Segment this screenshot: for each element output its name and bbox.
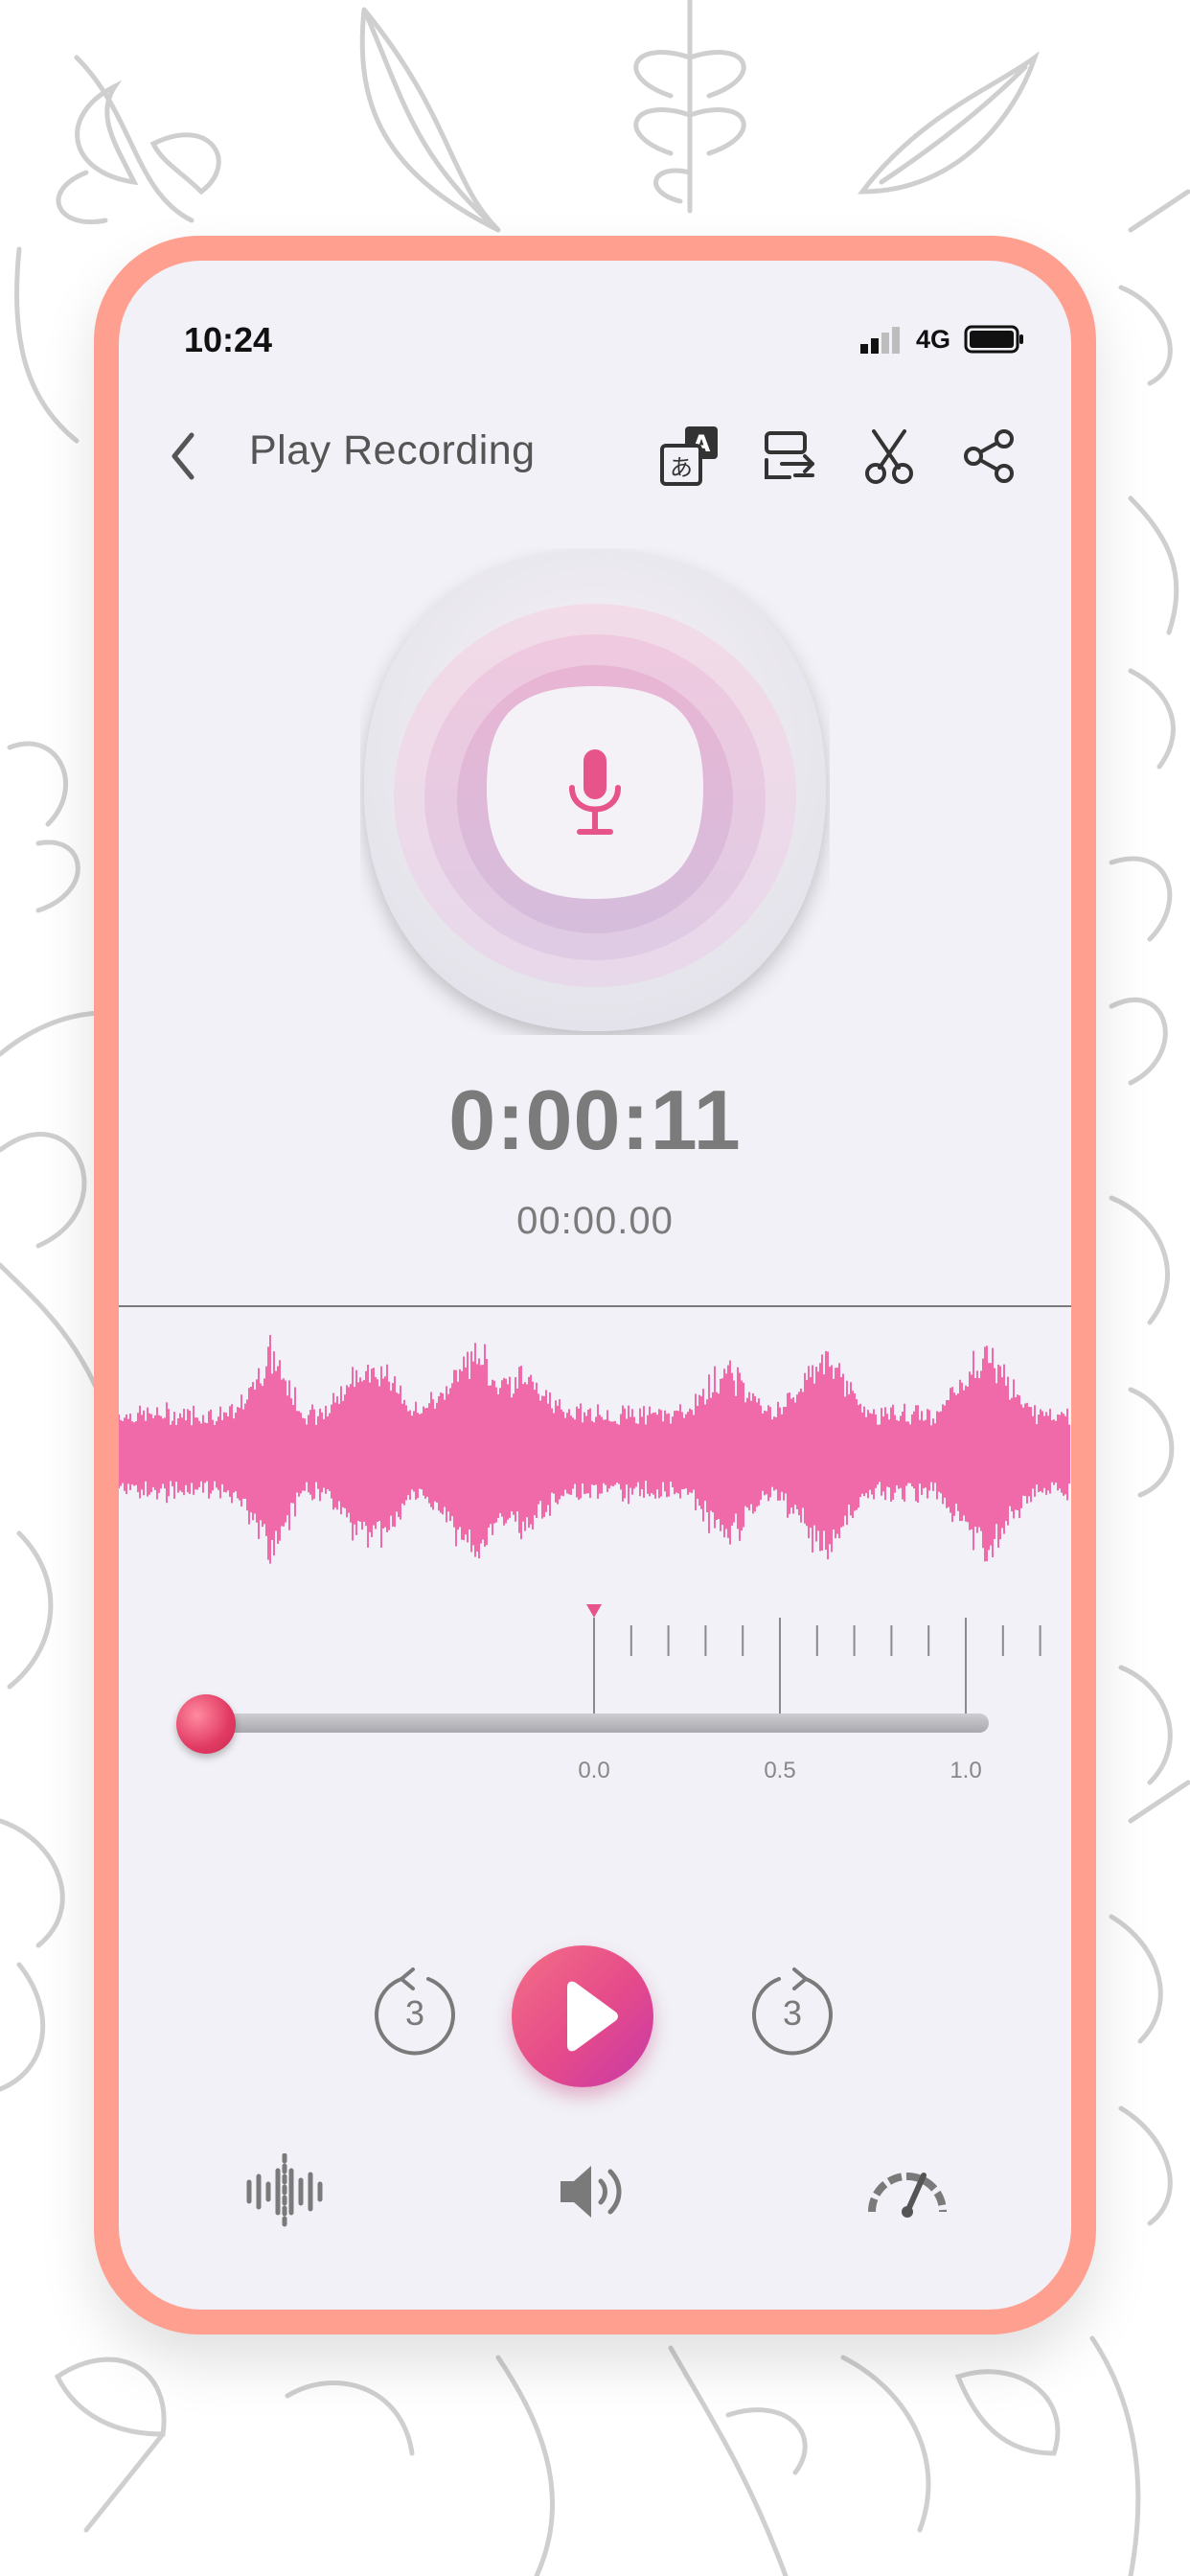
speed-button[interactable] — [855, 2149, 960, 2235]
audio-waveform[interactable] — [119, 1309, 1071, 1597]
ruler-label: 1.0 — [950, 1758, 982, 1783]
ruler-label: 0.0 — [578, 1758, 610, 1783]
translate-button[interactable]: A あ — [652, 418, 728, 494]
page-title: Play Recording — [249, 427, 536, 473]
share-icon — [964, 429, 1014, 483]
svg-text:あ: あ — [670, 454, 693, 481]
status-indicators: 4G — [858, 320, 1025, 358]
play-icon — [567, 1981, 618, 2052]
ruler-label: 0.5 — [764, 1758, 796, 1783]
translate-icon: A あ — [660, 426, 718, 486]
rewind-button[interactable]: 3 — [362, 1961, 468, 2066]
forward-button[interactable]: 3 — [740, 1961, 845, 2066]
battery-icon — [964, 325, 1023, 354]
phone-frame: 10:24 4G Play Recording A あ 0:00:11 00:0… — [94, 236, 1096, 2334]
elapsed-time: 0:00:11 — [448, 1072, 742, 1167]
scissors-icon — [865, 429, 913, 484]
share-button[interactable] — [950, 418, 1027, 494]
waveform-button[interactable] — [232, 2149, 337, 2235]
volume-button[interactable] — [542, 2149, 648, 2235]
back-button[interactable] — [146, 418, 222, 494]
seek-handle[interactable] — [176, 1694, 236, 1754]
recording-disc — [364, 552, 826, 1031]
status-time: 10:24 — [184, 320, 273, 359]
playhead-marker — [586, 1604, 602, 1618]
waveform-icon — [246, 2153, 323, 2230]
convert-button[interactable] — [751, 418, 828, 494]
app-header: Play Recording A あ — [119, 404, 1071, 510]
signal-icon — [859, 327, 900, 354]
phone-screen: 10:24 4G Play Recording A あ 0:00:11 00:0… — [119, 261, 1071, 2310]
volume-icon — [561, 2166, 622, 2218]
convert-icon — [765, 431, 814, 479]
seek-bar[interactable] — [205, 1714, 989, 1733]
network-label: 4G — [915, 324, 950, 354]
status-bar: 10:24 4G — [119, 261, 1071, 376]
speed-gauge-icon — [868, 2173, 947, 2218]
forward-seconds: 3 — [782, 1993, 803, 2033]
playback-position: 00:00.00 — [516, 1200, 674, 1242]
trim-button[interactable] — [851, 418, 927, 494]
waveform-divider — [119, 1305, 1071, 1307]
play-button[interactable] — [512, 1945, 653, 2087]
rewind-seconds: 3 — [404, 1993, 425, 2033]
chevron-left-icon — [172, 432, 195, 480]
